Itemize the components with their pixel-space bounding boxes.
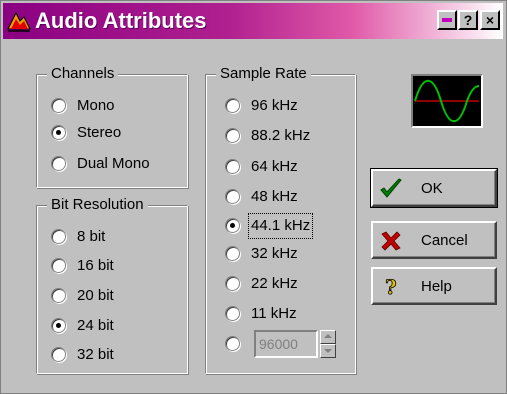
radio-label: 96 kHz [251,97,298,114]
radio-button[interactable] [225,98,240,113]
radio-label: 44.1 kHz [247,213,314,239]
radio-button[interactable] [225,128,240,143]
radio-button[interactable] [51,98,66,113]
audio-attributes-icon [7,11,31,32]
radio-label: 64 kHz [251,158,298,175]
title-bar[interactable]: Audio Attributes ? × [3,3,503,39]
window-title: Audio Attributes [35,8,207,33]
cancel-label: Cancel [421,232,468,249]
arrow-down-icon [324,349,332,353]
help-label: Help [421,278,452,295]
radio-label: Dual Mono [77,155,150,172]
radio-label: 20 bit [77,287,114,304]
radio-button[interactable] [225,189,240,204]
radio-label: 88.2 kHz [251,127,311,144]
radio-button[interactable] [51,318,66,333]
sample-rate-group: Sample Rate 96 kHz 88.2 kHz 64 kHz 48 kH… [205,64,356,374]
radio-label: 11 kHz [251,305,297,322]
radio-label: 22 kHz [251,275,298,292]
radio-button[interactable] [225,159,240,174]
channels-group: Channels Mono Stereo Dual Mono [36,64,188,188]
ok-button[interactable]: OK [370,168,498,208]
waveform-scope-icon [411,74,483,128]
radio-label: 24 bit [77,317,114,334]
channels-group-label: Channels [47,64,119,84]
radio-label: Mono [77,97,115,114]
radio-label: 8 bit [77,228,106,245]
radio-button[interactable] [51,258,66,273]
radio-button[interactable] [51,347,66,362]
custom-rate-field: 96000 [254,330,318,358]
radio-label: 32 kHz [251,245,298,262]
ok-label: OK [421,180,443,197]
radio-button[interactable] [51,229,66,244]
radio-label: 32 bit [77,346,114,363]
radio-button[interactable] [51,288,66,303]
radio-button[interactable] [225,336,240,351]
arrow-up-icon [324,334,332,338]
radio-button[interactable] [51,156,66,171]
question-mark-icon: ? [385,275,398,299]
checkmark-icon [380,178,402,198]
bit-resolution-group: Bit Resolution 8 bit 16 bit 20 bit 24 bi… [36,195,188,374]
audio-attributes-dialog: Audio Attributes ? × Channels Mono Stere… [0,0,507,394]
close-button[interactable]: × [480,10,500,30]
help-button[interactable]: ? Help [371,267,497,305]
radio-button[interactable] [225,306,240,321]
radio-button[interactable] [225,246,240,261]
bit-resolution-group-label: Bit Resolution [47,195,148,215]
radio-label: 16 bit [77,257,114,274]
sine-wave-icon [414,80,480,122]
minimize-button[interactable] [437,10,457,30]
radio-button[interactable] [51,125,66,140]
radio-button[interactable] [225,218,240,233]
stepper-down-button [320,344,336,358]
radio-label: 48 kHz [251,188,298,205]
x-mark-icon [381,231,401,251]
stepper-up-button [320,330,336,344]
help-title-button[interactable]: ? [458,10,478,30]
sample-rate-group-label: Sample Rate [216,64,311,84]
radio-label: Stereo [77,124,122,141]
custom-rate-stepper [320,330,336,358]
minimize-icon [442,18,452,22]
svg-text:?: ? [385,275,397,299]
cancel-button[interactable]: Cancel [371,221,497,259]
radio-button[interactable] [225,276,240,291]
